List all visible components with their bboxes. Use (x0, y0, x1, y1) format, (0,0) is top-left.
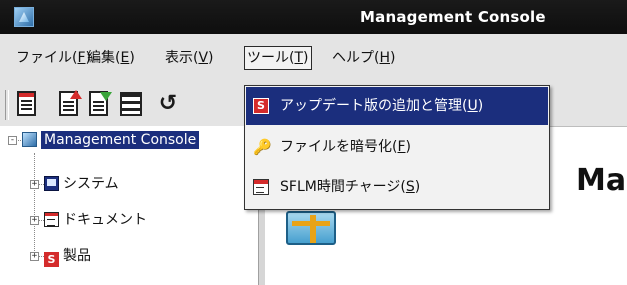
tree-item-document[interactable]: ドキュメント (44, 209, 147, 231)
menu-item-label: アップデート版の追加と管理(U) (280, 87, 483, 125)
menu-view-label: 表示( (165, 50, 199, 66)
window-title: Management Console (360, 8, 546, 26)
import-arrow-icon (100, 92, 112, 101)
menu-view[interactable]: 表示(V) (163, 46, 216, 70)
menu-tools-suffix: ) (303, 50, 309, 66)
console-icon (22, 132, 37, 147)
menu-view-mnemonic: V (198, 50, 209, 66)
console-app-icon[interactable] (14, 7, 34, 27)
menu-item-suffix: ) (477, 98, 484, 114)
record-button[interactable] (118, 90, 144, 118)
expand-icon[interactable]: + (30, 180, 39, 189)
export-arrow-icon (70, 90, 82, 99)
tree-item-system[interactable]: システム (44, 173, 119, 195)
encrypt-key-icon: 🔑 (253, 138, 272, 156)
calendar-icon (253, 179, 269, 195)
menu-help[interactable]: ヘルプ(H) (330, 46, 397, 70)
expand-icon[interactable]: + (30, 252, 39, 261)
menu-edit-mnemonic: E (120, 50, 130, 66)
menu-help-label: ヘルプ( (332, 50, 380, 66)
tools-dropdown-menu: S アップデート版の追加と管理(U) 🔑 ファイルを暗号化(F) SFLM時間チ… (244, 85, 550, 210)
menu-item-label: SFLM時間チャージ(S) (280, 168, 420, 206)
menu-tools-label: ツール( (247, 50, 295, 66)
tree-item-label: Management Console (41, 131, 200, 149)
menu-view-suffix: ) (208, 50, 214, 66)
title-bar: Management Console (0, 0, 627, 34)
menu-item-sflm-time-charge[interactable]: SFLM時間チャージ(S) (246, 168, 548, 206)
menu-help-suffix: ) (390, 50, 396, 66)
navigation-tree: - Management Console + システム + ドキュメント + S… (0, 126, 258, 285)
menu-item-label: ファイルを暗号化(F) (280, 128, 411, 166)
product-icon: S (44, 252, 59, 267)
toolbar-grip[interactable] (5, 90, 9, 120)
undo-button[interactable]: ↺ (155, 90, 181, 118)
menu-item-text: アップデート版の追加と管理( (280, 98, 468, 114)
expand-icon[interactable]: + (30, 216, 39, 225)
tree-item-management-console[interactable]: Management Console (22, 129, 200, 151)
tree-item-label: ドキュメント (63, 212, 147, 228)
menu-file-label: ファイル( (16, 50, 78, 66)
system-icon (44, 176, 59, 191)
tree-item-label: 製品 (63, 248, 91, 264)
menu-tools[interactable]: ツール(T) (244, 46, 312, 70)
tree-item-label: システム (63, 176, 119, 192)
menu-item-text: ファイルを暗号化( (280, 139, 398, 155)
menu-item-mnemonic: F (397, 139, 406, 155)
menu-item-encrypt-file[interactable]: 🔑 ファイルを暗号化(F) (246, 128, 548, 166)
undo-icon: ↺ (158, 91, 178, 116)
new-document-icon (17, 91, 36, 116)
menu-tools-mnemonic: T (294, 50, 304, 66)
menu-edit-label: 編集( (87, 50, 121, 66)
menu-item-mnemonic: U (467, 98, 478, 114)
record-icon (120, 92, 142, 116)
page-heading: Ma (576, 163, 627, 198)
menu-help-mnemonic: H (379, 50, 390, 66)
menu-item-update-management[interactable]: S アップデート版の追加と管理(U) (246, 87, 548, 125)
tree-connector (34, 153, 35, 257)
menu-item-text: SFLM時間チャージ( (280, 179, 406, 195)
management-logo (286, 211, 336, 245)
menu-item-suffix: ) (405, 139, 411, 155)
tree-item-product[interactable]: S 製品 (44, 245, 91, 267)
document-icon (44, 212, 59, 227)
new-document-button[interactable] (14, 90, 40, 118)
update-icon: S (253, 98, 269, 114)
import-button[interactable] (86, 90, 112, 118)
menu-item-mnemonic: S (405, 179, 415, 195)
menu-edit-suffix: ) (129, 50, 135, 66)
export-button[interactable] (56, 90, 82, 118)
menu-bar: ファイル(F) 編集(E) 表示(V) ツール(T) ヘルプ(H) (0, 34, 627, 83)
menu-file[interactable]: ファイル(F) (14, 46, 93, 70)
collapse-icon[interactable]: - (8, 136, 17, 145)
menu-item-suffix: ) (414, 179, 421, 195)
menu-edit[interactable]: 編集(E) (85, 46, 137, 70)
